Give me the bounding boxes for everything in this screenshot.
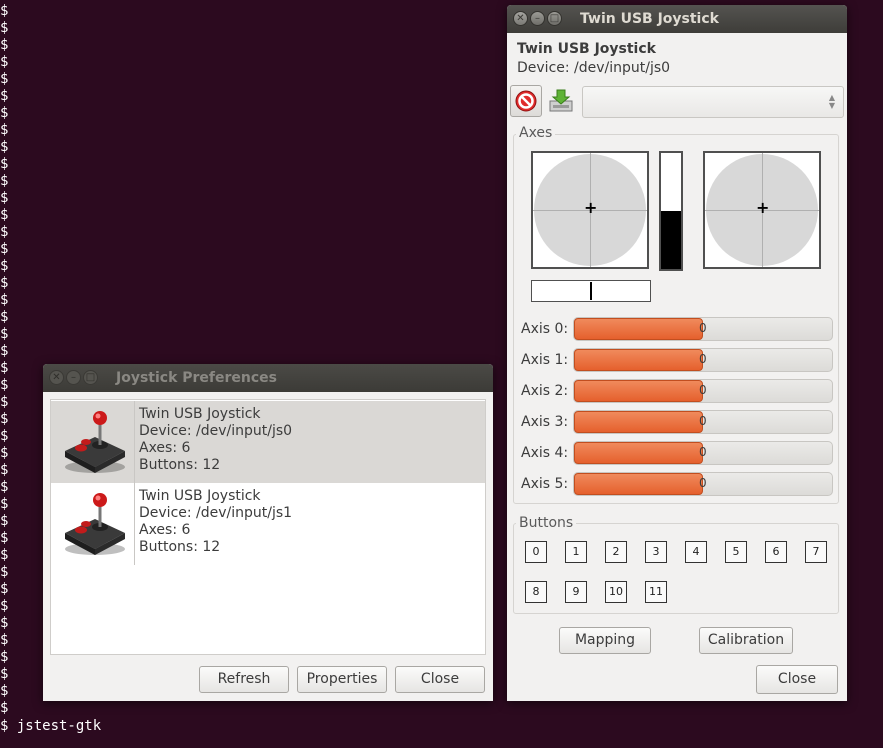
joystick-heading: Twin USB Joystick <box>517 41 656 57</box>
horizontal-axis-gauge <box>531 280 651 302</box>
axis-bar: 0 <box>573 410 833 434</box>
device-buttons: Buttons: 12 <box>139 539 221 555</box>
joystick-button-indicator: 0 <box>525 541 547 563</box>
joystick-button-indicator: 9 <box>565 581 587 603</box>
properties-button[interactable]: Properties <box>297 666 387 693</box>
window-minimize-icon[interactable]: – <box>530 11 545 26</box>
axis-label: Axis 5: <box>521 476 569 492</box>
refresh-button[interactable]: Refresh <box>199 666 289 693</box>
axes-frame-label: Axes <box>516 125 556 141</box>
buttons-frame <box>513 523 839 614</box>
device-name: Twin USB Joystick <box>139 406 261 422</box>
axis-label: Axis 2: <box>521 383 569 399</box>
joystick-preferences-window: ✕ – □ Joystick Preferences Twin USB Joys… <box>43 364 493 701</box>
spinner-arrows-icon: ▲ ▼ <box>828 93 835 110</box>
mapping-select[interactable]: ▲ ▼ <box>582 86 844 118</box>
axis-label: Axis 1: <box>521 352 569 368</box>
axis-bar: 0 <box>573 441 833 465</box>
device-separator <box>134 401 135 483</box>
axis-value: 0 <box>699 321 707 335</box>
device-info: Twin USB Joystick Device: /dev/input/js1… <box>139 488 292 556</box>
joystick-device-path: Device: /dev/input/js0 <box>517 60 671 76</box>
axis-value: 0 <box>699 476 707 490</box>
joystick-button-indicator: 8 <box>525 581 547 603</box>
axis-bar: 0 <box>573 348 833 372</box>
joy-close-button[interactable]: Close <box>756 665 838 694</box>
axis-bar-fill <box>574 442 703 464</box>
device-row-js0[interactable]: Twin USB Joystick Device: /dev/input/js0… <box>51 401 485 483</box>
right-stick-display: + <box>703 151 821 269</box>
axis-value: 0 <box>699 383 707 397</box>
throttle-gauge <box>659 151 683 271</box>
joy-titlebar[interactable]: ✕ – □ Twin USB Joystick <box>507 5 847 33</box>
buttons-frame-label: Buttons <box>516 515 577 531</box>
left-stick-crosshair-icon: + <box>584 198 598 217</box>
joystick-button-indicator: 7 <box>805 541 827 563</box>
right-stick-crosshair-icon: + <box>756 198 770 217</box>
left-stick-display: + <box>531 151 649 269</box>
axis-bar: 0 <box>573 472 833 496</box>
device-buttons: Buttons: 12 <box>139 457 221 473</box>
joystick-button-indicator: 10 <box>605 581 627 603</box>
mapping-button[interactable]: Mapping <box>559 627 651 654</box>
axis-value: 0 <box>699 414 707 428</box>
joystick-button-indicator: 4 <box>685 541 707 563</box>
joystick-button-indicator: 6 <box>765 541 787 563</box>
axis-bar-fill <box>574 411 703 433</box>
joystick-button-indicator: 5 <box>725 541 747 563</box>
axis-bar: 0 <box>573 317 833 341</box>
axis-value: 0 <box>699 445 707 459</box>
device-axes: Axes: 6 <box>139 522 191 538</box>
device-list: Twin USB Joystick Device: /dev/input/js0… <box>50 399 486 655</box>
axis-label: Axis 0: <box>521 321 569 337</box>
axis-bar-fill <box>574 473 703 495</box>
window-close-icon[interactable]: ✕ <box>513 11 528 26</box>
stop-icon <box>515 90 537 116</box>
device-row-js1[interactable]: Twin USB Joystick Device: /dev/input/js1… <box>51 483 485 565</box>
horizontal-axis-marker <box>590 282 592 300</box>
joy-window-title: Twin USB Joystick <box>580 11 719 27</box>
twin-usb-joystick-window: ✕ – □ Twin USB Joystick Twin USB Joystic… <box>507 5 847 701</box>
joystick-button-indicator: 1 <box>565 541 587 563</box>
joystick-button-indicator: 3 <box>645 541 667 563</box>
joystick-icon <box>59 489 129 559</box>
axis-bar-fill <box>574 318 703 340</box>
joystick-button-indicator: 2 <box>605 541 627 563</box>
calibration-button[interactable]: Calibration <box>699 627 793 654</box>
save-calibration-icon[interactable] <box>547 87 577 117</box>
disable-button[interactable] <box>510 85 542 117</box>
terminal-command-line: $ jstest-gtk <box>0 718 102 734</box>
window-close-icon[interactable]: ✕ <box>49 370 64 385</box>
prefs-titlebar[interactable]: ✕ – □ Joystick Preferences <box>43 364 493 392</box>
axis-label: Axis 4: <box>521 445 569 461</box>
axis-bar-fill <box>574 349 703 371</box>
terminal-prompt-column: $ $ $ $ $ $ $ $ $ $ $ $ $ $ $ $ $ $ $ $ … <box>0 3 9 716</box>
axis-value: 0 <box>699 352 707 366</box>
window-minimize-icon[interactable]: – <box>66 370 81 385</box>
window-maximize-icon[interactable]: □ <box>547 11 562 26</box>
device-name: Twin USB Joystick <box>139 488 261 504</box>
device-path: Device: /dev/input/js0 <box>139 423 293 439</box>
joystick-button-indicator: 11 <box>645 581 667 603</box>
device-info: Twin USB Joystick Device: /dev/input/js0… <box>139 406 292 474</box>
axis-label: Axis 3: <box>521 414 569 430</box>
prefs-window-title: Joystick Preferences <box>116 370 277 386</box>
prefs-close-button[interactable]: Close <box>395 666 485 693</box>
window-maximize-icon[interactable]: □ <box>83 370 98 385</box>
axis-bar: 0 <box>573 379 833 403</box>
device-path: Device: /dev/input/js1 <box>139 505 293 521</box>
throttle-level <box>661 211 681 269</box>
joystick-icon <box>59 407 129 477</box>
device-axes: Axes: 6 <box>139 440 191 456</box>
axis-bar-fill <box>574 380 703 402</box>
device-separator <box>134 483 135 565</box>
